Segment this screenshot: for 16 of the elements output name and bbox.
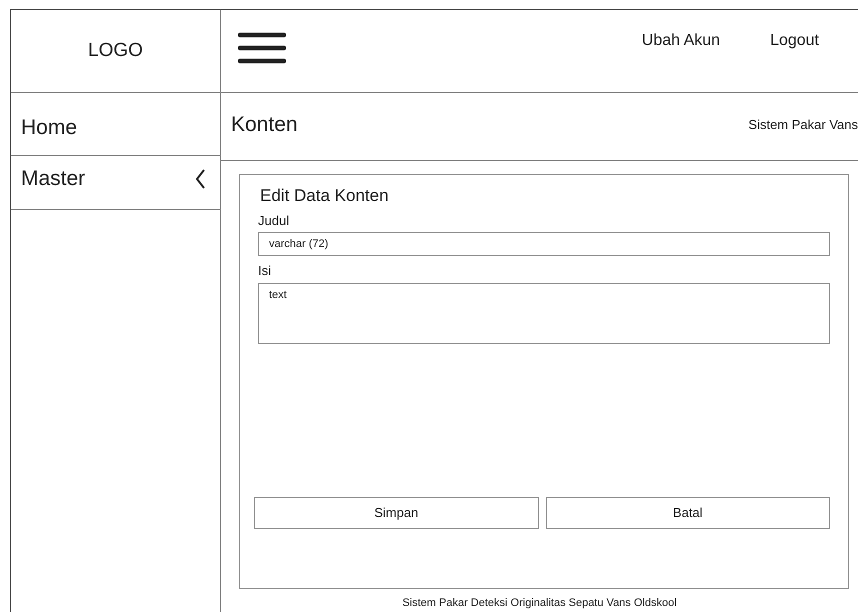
form-button[interactable]: Batal: [546, 497, 830, 529]
sidebar-item[interactable]: Master: [11, 156, 220, 210]
breadcrumb-text: Sistem Pakar Vans: [748, 116, 858, 134]
header-link[interactable]: Ubah Akun: [642, 29, 720, 53]
sidebar-item[interactable]: Home: [11, 93, 220, 156]
form-title: Edit Data Konten: [260, 185, 390, 207]
menu-icon[interactable]: [238, 32, 286, 64]
header-link[interactable]: Logout: [770, 29, 819, 53]
input-field[interactable]: varchar (72): [258, 232, 830, 256]
form-button[interactable]: Simpan: [254, 497, 538, 529]
page-title: Konten: [231, 112, 298, 138]
footer-text: Sistem Pakar Deteksi Originalitas Sepatu Vans Oldskool: [402, 596, 677, 611]
field-label: Judul: [258, 213, 290, 229]
field-label: Isi: [258, 263, 272, 279]
text-area[interactable]: text: [258, 283, 830, 344]
logo-text: LOGO: [88, 38, 143, 63]
